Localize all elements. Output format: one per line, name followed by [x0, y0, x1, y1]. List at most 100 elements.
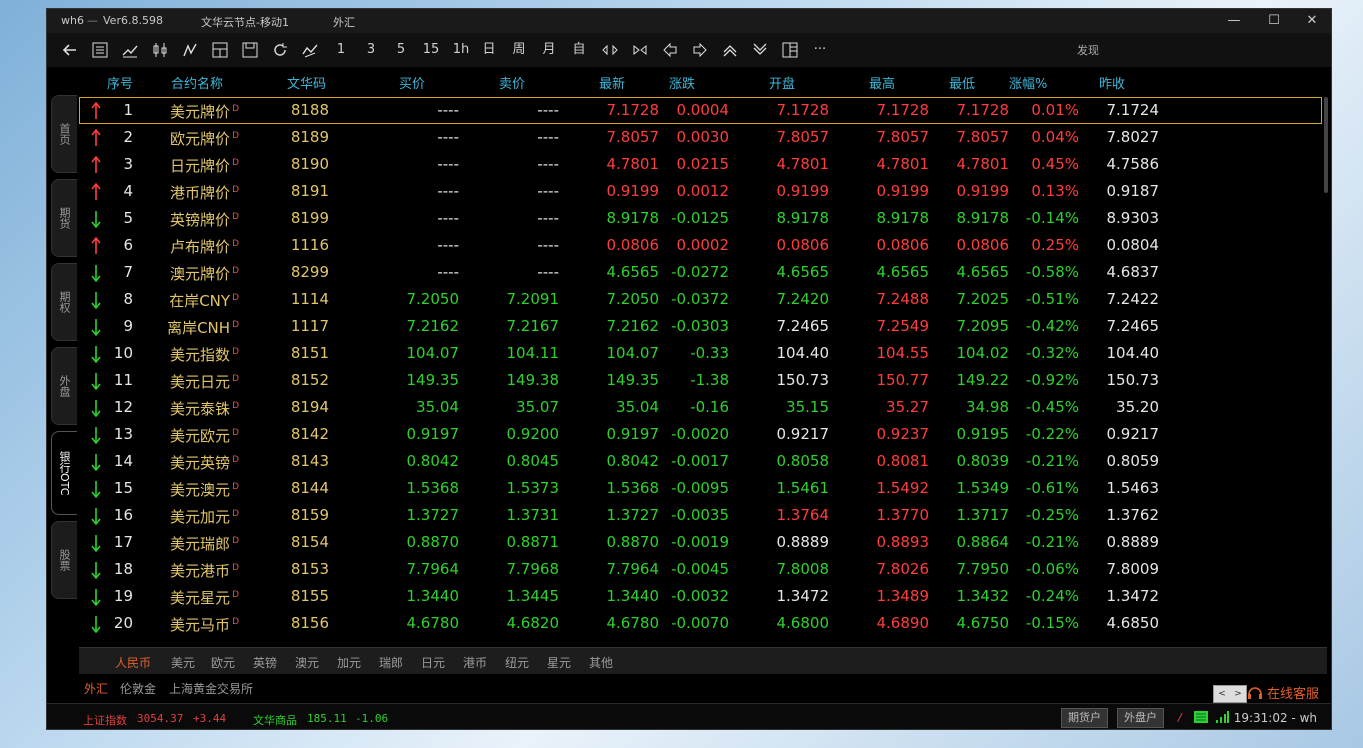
table-scrollbar[interactable]	[1324, 97, 1328, 193]
draw-icon[interactable]	[179, 39, 201, 61]
side-tab-foreign[interactable]: 外盘	[51, 347, 77, 425]
arrow-down-icon	[91, 317, 103, 337]
zoom-in-icon[interactable]	[719, 39, 741, 61]
side-tab-stocks[interactable]: 股票	[51, 521, 77, 599]
table-row[interactable]: 14 美元英镑 D 8143 0.8042 0.8045 0.8042 -0.0017 0.80…	[79, 448, 1322, 475]
maximize-button[interactable]: ☐	[1259, 11, 1289, 31]
table-row[interactable]: 9 离岸CNH D 1117 7.2162 7.2167 7.2162 -0.0303 7.24…	[79, 313, 1322, 340]
header-ask[interactable]: 卖价	[499, 73, 529, 92]
table-row[interactable]: 5 英镑牌价 D 8199 ---- ---- 8.9178 -0.0125 8.9178 8.9…	[79, 205, 1322, 232]
cell-bid: 7.7964	[406, 560, 460, 578]
index-sh-name[interactable]: 上证指数	[83, 712, 127, 728]
header-bid[interactable]: 买价	[399, 73, 429, 92]
table-row[interactable]: 6 卢布牌价 D 1116 ---- ---- 0.0806 0.0002 0.0806 0.08…	[79, 232, 1322, 259]
side-tab-home[interactable]: 首页	[51, 95, 77, 173]
refresh-icon[interactable]	[269, 39, 291, 61]
period-custom[interactable]: 自	[569, 39, 589, 61]
arrow-right-icon[interactable]	[689, 39, 711, 61]
table-row[interactable]: 12 美元泰铢 D 8194 35.04 35.07 35.04 -0.16 35.15 35.2…	[79, 394, 1322, 421]
cell-open: 7.8008	[776, 560, 830, 578]
table-row[interactable]: 16 美元加元 D 8159 1.3727 1.3731 1.3727 -0.0035 1.37…	[79, 502, 1322, 529]
back-icon[interactable]	[59, 39, 81, 61]
period-month[interactable]: 月	[539, 39, 559, 61]
table-row[interactable]: 20 美元马币 D 8156 4.6780 4.6820 4.6780 -0.0070 4.68…	[79, 610, 1322, 637]
table-row[interactable]: 4 港币牌价 D 8191 ---- ---- 0.9199 0.0012 0.9199 0.91…	[79, 178, 1322, 205]
index-wh-name[interactable]: 文华商品	[253, 712, 297, 728]
header-pct[interactable]: 涨幅%	[1009, 73, 1051, 92]
currency-tab-aud[interactable]: 澳元	[295, 654, 319, 671]
currency-tab-gbp[interactable]: 英镑	[253, 654, 277, 671]
header-prev[interactable]: 昨收	[1099, 73, 1129, 92]
close-button[interactable]: ✕	[1297, 11, 1327, 31]
currency-tab-cny[interactable]: 人民币	[115, 654, 151, 671]
page-next-button[interactable]: >	[1230, 686, 1246, 702]
currency-tab-usd[interactable]: 美元	[171, 654, 195, 671]
minimize-button[interactable]: —	[1219, 11, 1249, 31]
table-row[interactable]: 17 美元瑞郎 D 8154 0.8870 0.8871 0.8870 -0.0019 0.88…	[79, 529, 1322, 556]
market-tab-sge[interactable]: 上海黄金交易所	[169, 680, 253, 697]
delay-marker: D	[232, 158, 239, 168]
expand-horizontal-icon[interactable]	[599, 39, 621, 61]
header-low[interactable]: 最低	[949, 73, 979, 92]
list-icon[interactable]	[89, 39, 111, 61]
app-window: wh6 — Ver6.8.598 文华云节点-移动1 外汇 — ☐ ✕ 1 3 …	[46, 8, 1332, 730]
cell-prev: 7.2465	[1106, 317, 1160, 335]
currency-tab-eur[interactable]: 欧元	[211, 654, 235, 671]
currency-tab-hkd[interactable]: 港币	[463, 654, 487, 671]
currency-tab-other[interactable]: 其他	[589, 654, 613, 671]
futures-account-button[interactable]: 期货户	[1061, 708, 1108, 728]
discover-link[interactable]: 发现	[1077, 42, 1099, 58]
compress-horizontal-icon[interactable]	[629, 39, 651, 61]
table-row[interactable]: 8 在岸CNY D 1114 7.2050 7.2091 7.2050 -0.0372 7.24…	[79, 286, 1322, 313]
market-tab-forex[interactable]: 外汇	[84, 680, 108, 697]
currency-tab-nzd[interactable]: 纽元	[505, 654, 529, 671]
period-3min[interactable]: 3	[361, 39, 381, 61]
arrow-left-icon[interactable]	[659, 39, 681, 61]
currency-tab-jpy[interactable]: 日元	[421, 654, 445, 671]
header-code[interactable]: 文华码	[287, 73, 337, 92]
period-15min[interactable]: 15	[419, 39, 443, 61]
layout-icon[interactable]	[779, 39, 801, 61]
more-button[interactable]: ···	[809, 39, 831, 61]
header-high[interactable]: 最高	[869, 73, 899, 92]
header-open[interactable]: 开盘	[769, 73, 799, 92]
market-tab-london-gold[interactable]: 伦敦金	[120, 680, 156, 697]
side-tab-bank-otc[interactable]: 银行OTC	[51, 431, 77, 515]
page-prev-button[interactable]: <	[1214, 686, 1230, 702]
contract-name: 美元欧元 D	[149, 425, 239, 446]
indicator-icon[interactable]	[299, 39, 321, 61]
currency-tab-chf[interactable]: 瑞郎	[379, 654, 403, 671]
foreign-account-button[interactable]: 外盘户	[1117, 708, 1164, 728]
save-icon[interactable]	[239, 39, 261, 61]
quote-panel-icon[interactable]	[209, 39, 231, 61]
online-service-link[interactable]: 在线客服	[1247, 683, 1319, 702]
table-row[interactable]: 11 美元日元 D 8152 149.35 149.38 149.35 -1.38 150.73…	[79, 367, 1322, 394]
table-row[interactable]: 3 日元牌价 D 8190 ---- ---- 4.7801 0.0215 4.7801 4.78…	[79, 151, 1322, 178]
table-row[interactable]: 1 美元牌价 D 8188 ---- ---- 7.1728 0.0004 7.1728 7.17…	[79, 97, 1322, 124]
header-no[interactable]: 序号	[107, 73, 135, 92]
period-week[interactable]: 周	[509, 39, 529, 61]
currency-tab-cad[interactable]: 加元	[337, 654, 361, 671]
candlestick-icon[interactable]	[149, 39, 171, 61]
side-tab-futures[interactable]: 期货	[51, 179, 77, 257]
toolbar: 1 3 5 15 1h 日 周 月 自 ··· 发现	[47, 33, 1331, 67]
period-1h[interactable]: 1h	[449, 39, 473, 61]
header-name[interactable]: 合约名称	[171, 73, 231, 92]
currency-tab-sgd[interactable]: 星元	[547, 654, 571, 671]
header-last[interactable]: 最新	[599, 73, 629, 92]
zoom-out-icon[interactable]	[749, 39, 771, 61]
header-chg[interactable]: 涨跌	[669, 73, 699, 92]
period-1min[interactable]: 1	[331, 39, 351, 61]
table-row[interactable]: 7 澳元牌价 D 8299 ---- ---- 4.6565 -0.0272 4.6565 4.6…	[79, 259, 1322, 286]
period-5min[interactable]: 5	[391, 39, 411, 61]
side-tab-options[interactable]: 期权	[51, 263, 77, 341]
period-day[interactable]: 日	[479, 39, 499, 61]
table-row[interactable]: 15 美元澳元 D 8144 1.5368 1.5373 1.5368 -0.0095 1.54…	[79, 475, 1322, 502]
table-row[interactable]: 13 美元欧元 D 8142 0.9197 0.9200 0.9197 -0.0020 0.92…	[79, 421, 1322, 448]
line-chart-icon[interactable]	[119, 39, 141, 61]
calculator-icon[interactable]	[1193, 710, 1209, 727]
table-row[interactable]: 10 美元指数 D 8151 104.07 104.11 104.07 -0.33 104.40…	[79, 340, 1322, 367]
table-row[interactable]: 18 美元港币 D 8153 7.7964 7.7968 7.7964 -0.0045 7.80…	[79, 556, 1322, 583]
table-row[interactable]: 2 欧元牌价 D 8189 ---- ---- 7.8057 0.0030 7.8057 7.80…	[79, 124, 1322, 151]
table-row[interactable]: 19 美元星元 D 8155 1.3440 1.3445 1.3440 -0.0032 1.34…	[79, 583, 1322, 610]
